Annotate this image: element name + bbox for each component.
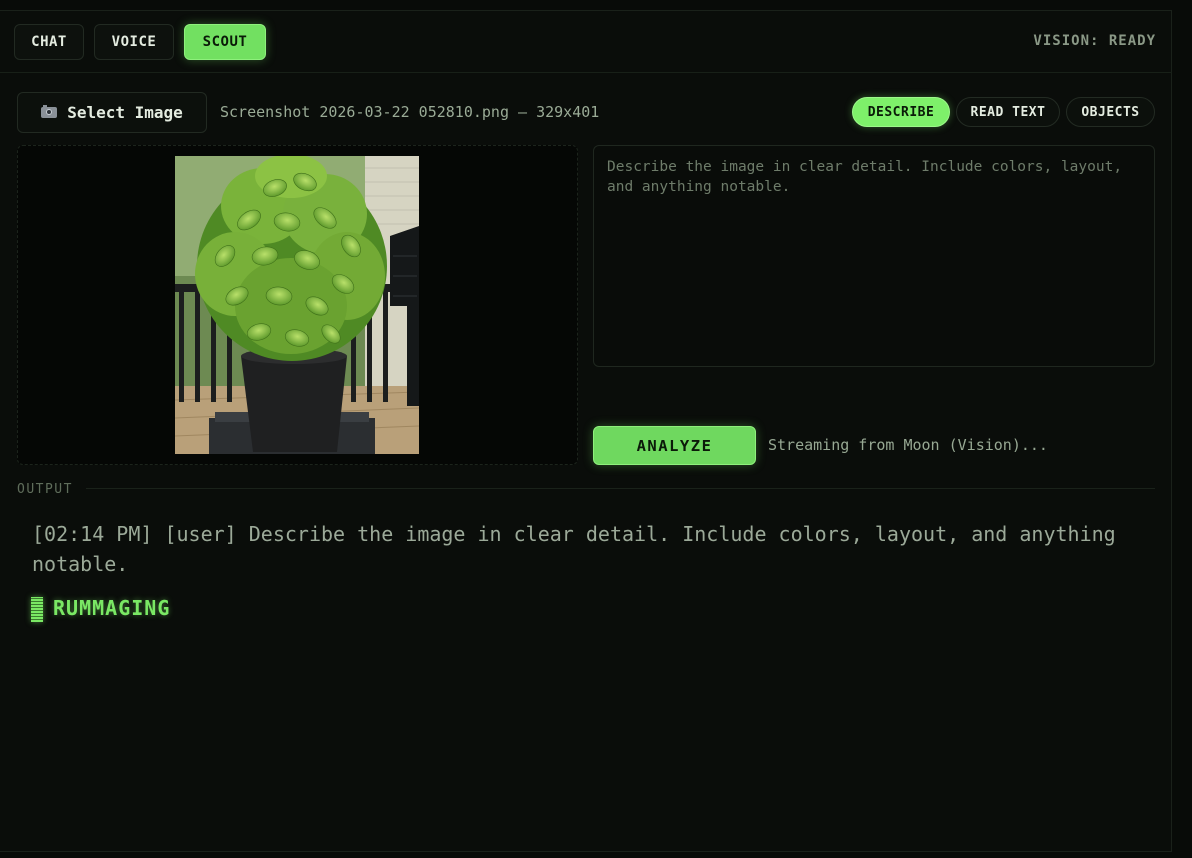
top-bar: CHAT VOICE SCOUT VISION: READY [0, 10, 1172, 73]
camera-icon [41, 105, 58, 118]
cursor-icon [31, 597, 43, 622]
mode-read-text[interactable]: READ TEXT [956, 97, 1060, 127]
image-preview[interactable] [17, 145, 578, 465]
output-divider [86, 488, 1155, 489]
file-info: Screenshot 2026-03-22 052810.png — 329x4… [220, 103, 600, 121]
live-status: RUMMAGING [53, 596, 171, 620]
mode-describe[interactable]: DESCRIBE [852, 97, 950, 127]
prompt-textarea[interactable]: Describe the image in clear detail. Incl… [593, 145, 1155, 367]
tab-chat[interactable]: CHAT [14, 24, 84, 60]
select-image-button[interactable]: Select Image [17, 92, 207, 133]
tab-scout[interactable]: SCOUT [184, 24, 266, 60]
analyze-button[interactable]: ANALYZE [593, 426, 756, 465]
mode-objects[interactable]: OBJECTS [1066, 97, 1155, 127]
select-image-label: Select Image [67, 103, 183, 122]
output-label: OUTPUT [17, 482, 73, 497]
vision-status: VISION: READY [1033, 33, 1156, 49]
tab-voice[interactable]: VOICE [94, 24, 174, 60]
stream-status: Streaming from Moon (Vision)... [768, 436, 1048, 454]
preview-image [175, 156, 419, 454]
output-line: [02:14 PM] [user] Describe the image in … [32, 522, 1116, 576]
